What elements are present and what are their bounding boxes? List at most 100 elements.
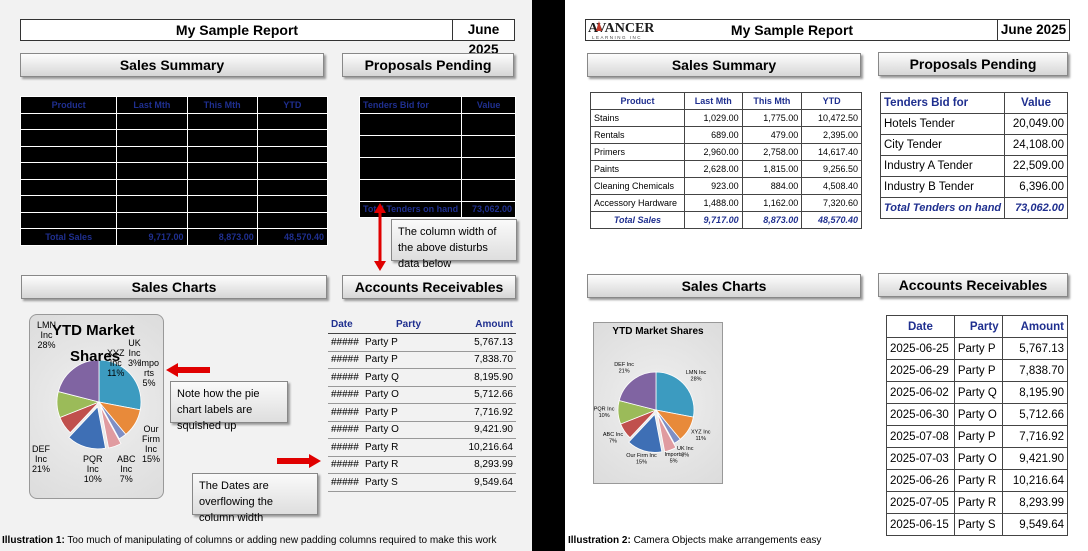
tenders-table: Tenders Bid for Value Hotels Tender 20,04… [879, 92, 1068, 219]
col-header: Product [19, 96, 118, 114]
amount-cell: 2,960.00 [683, 143, 743, 161]
pie-data-label: Imports 5% [664, 452, 683, 465]
col-header: This Mth [186, 96, 258, 114]
table-row: 2025-07-08 Party P 7,716.92 [886, 425, 1069, 448]
date-overflow-cell: ##### [328, 456, 362, 474]
table-row: ##### Party P 5,767.13 [328, 333, 516, 352]
date-overflow-cell: ##### [328, 386, 362, 404]
table-row: Industry B Tender 6,396.00 [879, 176, 1068, 198]
total-value: 8,873.00 [186, 228, 258, 246]
total-label: Total Tenders on hand [879, 197, 1006, 219]
caption-1: Illustration 1: Too much of manipulating… [2, 535, 497, 546]
amount-cell: 8,293.99 [442, 456, 516, 474]
pie-category-label: DEF Inc [614, 362, 634, 368]
pie-data-label: XYZ Inc 11% [691, 429, 711, 442]
pie-category-label: Our Firm Inc [626, 453, 657, 459]
report-title: My Sample Report [175, 22, 299, 38]
amount-cell: 479.00 [741, 126, 803, 144]
caption-1-text: Too much of manipulating of columns or a… [64, 535, 497, 546]
value-cell: 22,509.00 [1004, 155, 1068, 177]
table-row: 2025-06-15 Party S 9,549.64 [886, 513, 1069, 536]
pie-percent-label: 11% [695, 436, 706, 442]
party-cell: Party R [362, 456, 442, 474]
amount-cell: 5,767.13 [1001, 337, 1069, 360]
product-cell: Paints [590, 160, 685, 178]
amount-cell: 8,195.90 [442, 368, 516, 387]
amount-cell: 9,549.64 [1001, 513, 1069, 536]
proposals-pending-header: Proposals Pending [878, 52, 1068, 76]
pie-percent-label: 15% [636, 459, 647, 465]
col-header: Tenders Bid for [358, 96, 463, 114]
table-row: Stains 1,029.00 1,775.00 10,472.50 [590, 109, 862, 127]
amount-cell: 5,767.13 [442, 333, 516, 352]
amount-cell: 9,549.64 [442, 473, 516, 492]
caption-2-text: Camera Objects make arrangements easy [630, 535, 822, 546]
pie-percent-label: 21% [619, 368, 630, 374]
illustration-1-panel: My Sample Report June 2025 Sales Summary… [0, 0, 532, 551]
receivables-table: Date Party Amount 2025-06-25 Party P 5,767… [886, 315, 1069, 536]
pie-label-xyz: XYZ Inc 11% [107, 348, 125, 378]
date-cell: 2025-07-08 [886, 425, 955, 448]
date-cell: 2025-07-05 [886, 491, 955, 514]
col-header: Party [362, 316, 442, 334]
col-header: Last Mth [683, 92, 743, 110]
amount-cell: 1,775.00 [741, 109, 803, 127]
table-row: Cleaning Chemicals 923.00 884.00 4,508.40 [590, 177, 862, 195]
product-cell: Accessory Hardware [590, 194, 685, 212]
date-cell: 2025-07-03 [886, 447, 955, 470]
product-cell: Stains [590, 109, 685, 127]
col-header: Product [590, 92, 685, 110]
pie-category-label: LMN Inc [686, 370, 707, 376]
amount-cell: 7,838.70 [1001, 359, 1069, 382]
total-row: Total Sales 9,717.00 8,873.00 48,570.40 [590, 211, 862, 229]
date-cell: 2025-06-02 [886, 381, 955, 404]
sales-table-broken: Product Last Mth This Mth YTD Total Sale… [19, 96, 329, 246]
tender-cell: Hotels Tender [879, 113, 1006, 135]
table-row: 2025-07-03 Party O 9,421.90 [886, 447, 1069, 470]
amount-cell: 2,628.00 [683, 160, 743, 178]
pie-data-label: DEF Inc 21% [614, 362, 634, 375]
amount-cell: 884.00 [741, 177, 803, 195]
pie-percent-label: 10% [599, 413, 610, 419]
sales-charts-header: Sales Charts [21, 275, 327, 299]
party-cell: Party O [953, 403, 1003, 426]
report-month: June 2025 [452, 20, 514, 57]
sales-summary-header: Sales Summary [587, 53, 861, 77]
amount-cell: 5,712.66 [1001, 403, 1069, 426]
table-row: ##### Party O 9,421.90 [328, 421, 516, 439]
pie-category-label: XYZ Inc [691, 429, 711, 435]
party-cell: Party R [953, 469, 1003, 492]
pie-svg-right: LMN Inc 28%XYZ Inc 11%UK Inc 3%Imports 5%Our… [594, 362, 711, 466]
table-row: Hotels Tender 20,049.00 [879, 113, 1068, 135]
table-row: ##### Party R 10,216.64 [328, 438, 516, 457]
pie-data-label: LMN Inc 28% [686, 370, 707, 383]
total-value: 48,570.40 [801, 211, 862, 229]
pie-category-label: Imports [664, 452, 683, 458]
tender-cell: City Tender [879, 134, 1006, 156]
tender-cell: Industry A Tender [879, 155, 1006, 177]
arrow-right-icon [277, 454, 321, 468]
party-cell: Party P [362, 403, 442, 422]
pie-data-label: PQR Inc 10% [594, 406, 615, 419]
sales-summary-header: Sales Summary [20, 53, 324, 77]
amount-cell: 8,293.99 [1001, 491, 1069, 514]
report-month: June 2025 [997, 20, 1069, 40]
table-row: ##### Party R 8,293.99 [328, 456, 516, 474]
note-dates-overflow: The Dates are overflowing the column wid… [192, 473, 318, 524]
table-row: 2025-06-29 Party P 7,838.70 [886, 359, 1069, 382]
date-cell: 2025-06-15 [886, 513, 955, 536]
col-header: Date [328, 316, 362, 334]
total-value: 9,717.00 [116, 228, 188, 246]
amount-cell: 9,421.90 [442, 421, 516, 439]
amount-cell: 10,216.64 [1001, 469, 1069, 492]
party-cell: Party S [953, 513, 1003, 536]
pie-label-pqr: PQR Inc 10% [83, 454, 103, 484]
date-overflow-cell: ##### [328, 438, 362, 457]
report-title-bar: My Sample Report June 2025 [20, 19, 515, 57]
amount-cell: 923.00 [683, 177, 743, 195]
party-cell: Party P [953, 337, 1003, 360]
party-cell: Party O [362, 421, 442, 439]
pie-slice-lmn-inc [655, 371, 695, 418]
double-arrow-icon [374, 203, 386, 271]
col-header: Amount [442, 316, 516, 334]
